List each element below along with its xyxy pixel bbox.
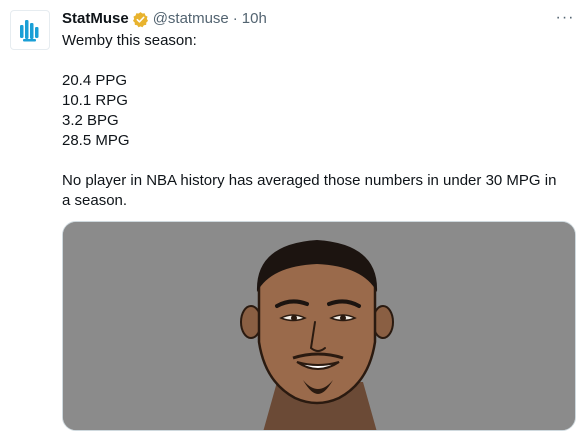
tweet-text: Wemby this season: 20.4 PPG 10.1 RPG 3.2… bbox=[62, 31, 567, 211]
more-options-button[interactable]: ··· bbox=[554, 8, 576, 28]
stat-line-mpg: 28.5 MPG bbox=[62, 132, 130, 149]
stat-line-bpg: 3.2 BPG bbox=[62, 112, 119, 129]
avatar[interactable] bbox=[10, 10, 50, 50]
statmuse-logo-icon bbox=[20, 20, 39, 42]
verified-badge-icon bbox=[132, 11, 149, 28]
stat-line-rpg: 10.1 RPG bbox=[62, 92, 128, 109]
tweet[interactable]: StatMuse @statmuse · 10h ··· Wemby this … bbox=[0, 0, 582, 431]
player-illustration bbox=[63, 222, 575, 430]
tweet-line-intro: Wemby this season: bbox=[62, 32, 197, 49]
header-separator: · bbox=[232, 10, 238, 27]
stat-line-ppg: 20.4 PPG bbox=[62, 72, 128, 89]
ellipsis-icon: ··· bbox=[555, 9, 575, 26]
tweet-line-outro: No player in NBA history has averaged th… bbox=[62, 172, 557, 209]
handle[interactable]: @statmuse bbox=[153, 9, 229, 29]
timestamp[interactable]: 10h bbox=[242, 9, 267, 29]
display-name[interactable]: StatMuse bbox=[62, 9, 129, 29]
tweet-header: StatMuse @statmuse · 10h bbox=[62, 9, 267, 29]
tweet-media-image[interactable] bbox=[62, 221, 576, 431]
